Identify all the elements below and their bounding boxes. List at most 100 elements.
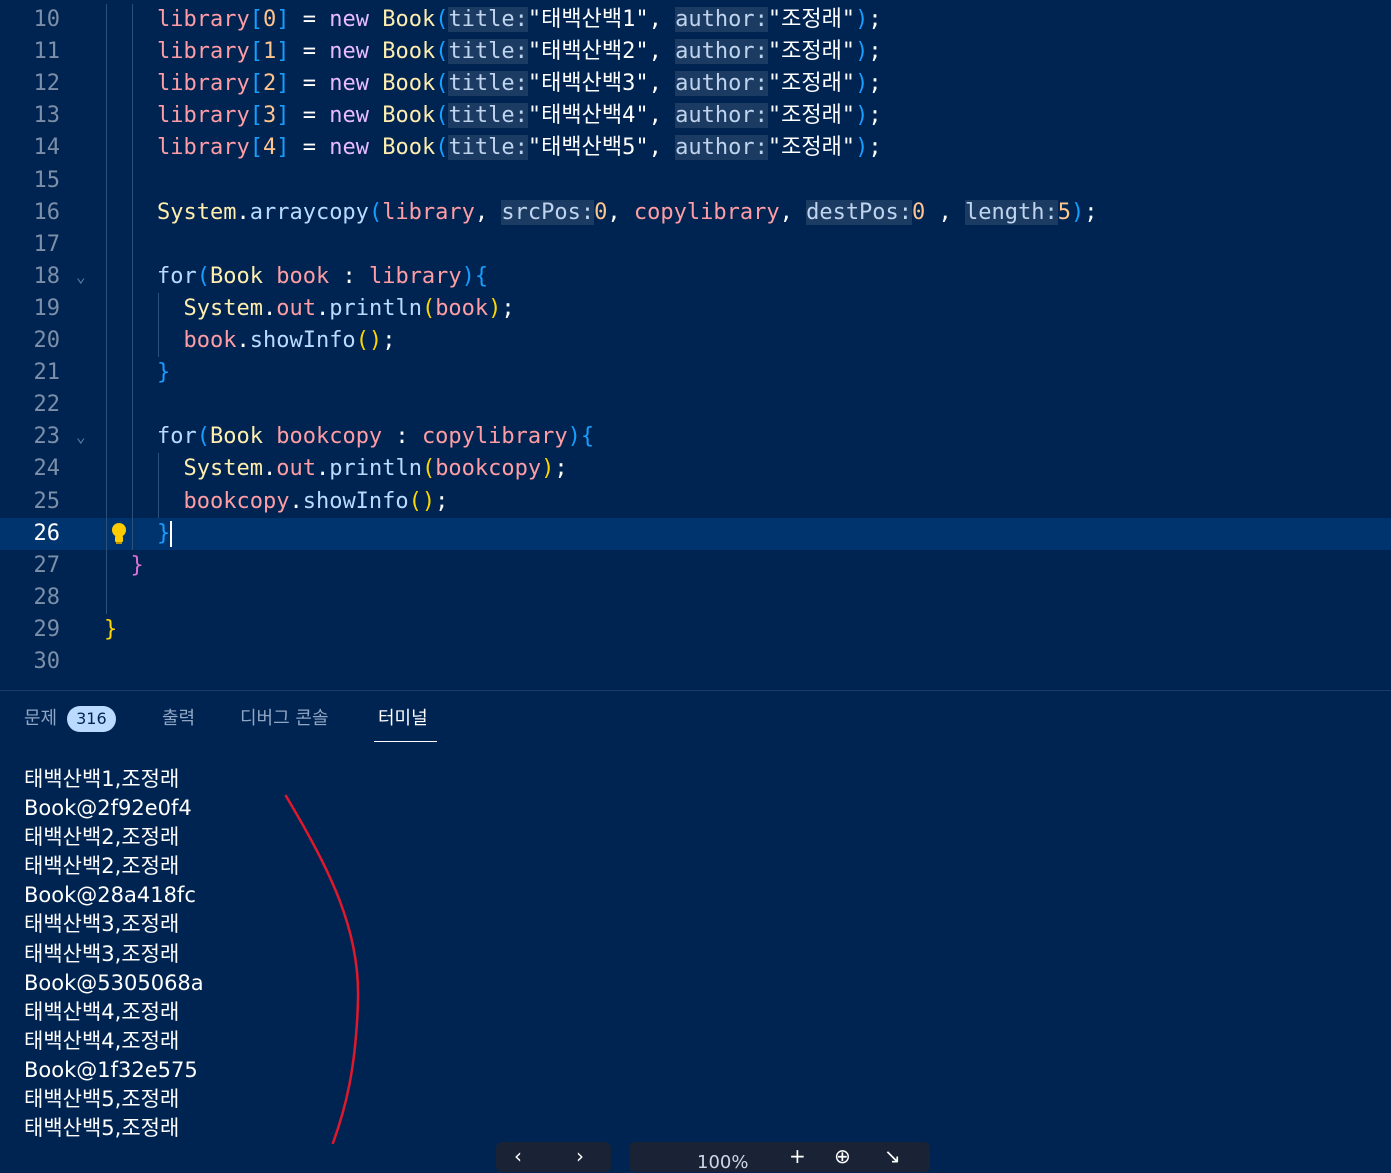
code-line[interactable]: 20 book.showInfo(); [0,325,1391,357]
code-line[interactable]: 16 System.arraycopy(library, srcPos:0, c… [0,197,1391,229]
code-token: library [368,263,462,289]
terminal-line: Book@28a418fc [24,883,196,908]
code-token: arraycopy [249,199,369,225]
terminal-line: 태백산백4,조정래 [24,999,180,1024]
code-token: ; [868,71,882,97]
code-line[interactable]: 25 bookcopy.showInfo(); [0,486,1391,518]
code-line[interactable]: 13 library[3] = new Book(title:"태백산백4", … [0,100,1391,132]
line-number: 26 [33,520,61,546]
code-token: { [474,263,489,289]
code-line[interactable]: 26 } [0,517,1391,550]
code-line[interactable]: 14 library[4] = new Book(title:"태백산백5", … [0,132,1391,164]
panel-tab[interactable]: 출력 [162,705,195,733]
code-line[interactable]: 18 ⌄ for(Book book : library){ [0,261,1391,293]
code-token: book [435,295,489,321]
code-token: [ [249,71,263,97]
code-line[interactable]: 29} [0,614,1391,646]
code-line[interactable]: 17 [0,229,1391,261]
code-token: . [315,295,330,321]
code-line[interactable]: 27 } [0,550,1391,582]
code-token: ) [567,424,581,450]
code-line[interactable]: 22 [0,389,1391,421]
code-token: , [648,71,676,97]
zoom-in-icon[interactable]: + [789,1144,806,1168]
code-token: = [289,71,330,97]
code-line[interactable]: 11 library[1] = new Book(title:"태백산백2", … [0,36,1391,68]
code-token: for [156,424,197,450]
code-line[interactable]: 10 library[0] = new Book(title:"태백산백1", … [0,4,1391,36]
fold-chevron-icon[interactable]: ⌄ [76,261,86,293]
code-line[interactable]: 19 System.out.println(book); [0,293,1391,325]
zoom-reset-icon[interactable]: ⊕ [834,1144,851,1168]
panel-tab[interactable]: 터미널 [378,705,428,733]
code-line[interactable]: 15 [0,165,1391,197]
code-line[interactable]: 12 library[2] = new Book(title:"태백산백3", … [0,68,1391,100]
code-token: copylibrary [633,199,780,225]
parameter-hint: author: [675,135,768,161]
code-token: ) [855,135,869,161]
code-token: { [580,424,595,450]
rotate-icon[interactable]: ↘ [884,1144,901,1168]
code-token: "태백산백4" [527,103,649,129]
panel-tab[interactable]: 디버그 콘솔 [240,705,329,733]
code-line[interactable]: 21 } [0,357,1391,389]
code-text: } [104,518,173,550]
code-token: ] [276,135,290,161]
code-token: , [474,199,502,225]
terminal-output[interactable]: 태백산백1,조정래 Book@2f92e0f4 태백산백2,조정래 태백산백2,조정래… [24,765,204,1143]
code-token: ) [461,263,475,289]
terminal-line: 태백산백4,조정래 [24,1028,180,1053]
code-token: showInfo [302,488,409,514]
code-token: library [156,39,250,65]
text-cursor [170,520,173,547]
code-token: ] [276,71,290,97]
prev-arrow-icon[interactable]: ‹ [514,1144,522,1168]
code-token: Book [382,103,436,129]
code-text: } [104,614,117,646]
code-line[interactable]: 28 [0,582,1391,614]
code-token: } [130,552,144,578]
code-token: new [329,71,369,97]
code-token: "조정래" [767,39,856,65]
code-token: System [183,456,263,482]
code-editor[interactable]: 10 library[0] = new Book(title:"태백산백1", … [0,0,1391,690]
code-token: new [329,135,369,161]
code-token: ; [382,328,396,353]
code-token: ( [368,199,383,225]
code-token: ; [868,7,882,32]
code-token: , [648,7,676,32]
panel-tabs: 문제 316 출력 디버그 콘솔 터미널 [0,691,1391,743]
line-number: 15 [33,167,61,193]
terminal-line: Book@1f32e575 [24,1057,198,1082]
code-token: 2 [262,71,277,97]
code-token: "조정래" [767,103,856,129]
bottom-panel: 문제 316 출력 디버그 콘솔 터미널 태백산백1,조정래 Book@2f92e0f4 태… [0,690,1391,1164]
code-text: library[3] = new Book(title:"태백산백4", aut… [104,100,882,132]
code-token: new [329,39,369,65]
code-text: bookcopy.showInfo(); [104,486,448,518]
code-token: "조정래" [767,135,856,161]
viewer-nav-control[interactable]: ‹ › [496,1142,611,1172]
code-line[interactable]: 24 System.out.println(bookcopy); [0,453,1391,485]
parameter-hint: title: [448,71,528,97]
parameter-hint: title: [448,135,528,161]
code-token: ( [435,71,449,97]
parameter-hint: author: [675,71,768,97]
next-arrow-icon[interactable]: › [576,1144,584,1168]
code-token: , [779,199,807,225]
code-token: . [262,295,277,321]
code-token: ; [554,456,568,482]
code-line[interactable]: 30 [0,646,1391,678]
code-text: library[2] = new Book(title:"태백산백3", aut… [104,68,882,100]
fold-chevron-icon[interactable]: ⌄ [76,421,86,453]
code-line[interactable]: 23 ⌄ for(Book bookcopy : copylibrary){ [0,421,1391,453]
viewer-zoom-control[interactable]: 100% + ⊕ ↘ [629,1142,930,1173]
code-token: "태백산백3" [527,71,649,97]
panel-tab[interactable]: 문제 316 [24,705,116,733]
line-number: 19 [33,295,61,321]
parameter-hint: destPos: [806,199,913,225]
code-token: copylibrary [421,424,568,450]
line-number: 17 [33,231,61,257]
